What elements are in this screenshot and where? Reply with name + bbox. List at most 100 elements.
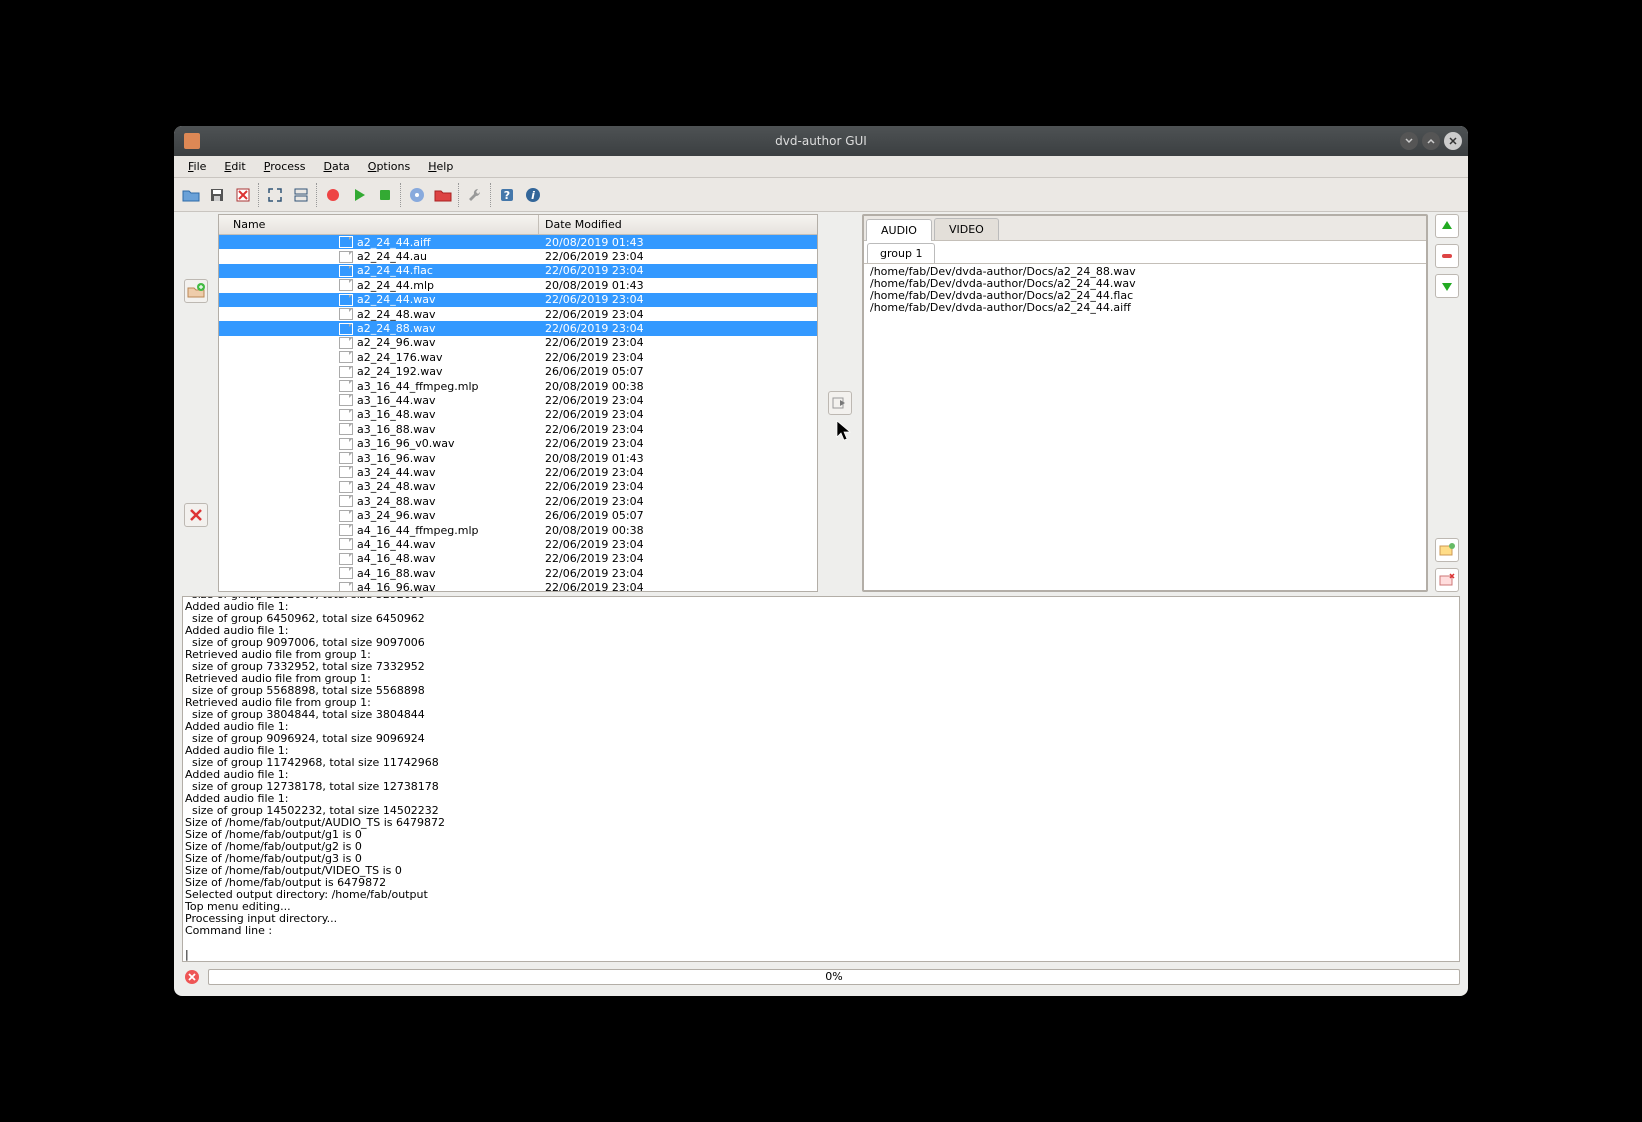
file-icon bbox=[339, 452, 353, 464]
menu-file[interactable]: File bbox=[180, 158, 214, 175]
file-date: 22/06/2019 23:04 bbox=[543, 308, 817, 321]
mouse-cursor bbox=[836, 420, 856, 444]
table-row[interactable]: a2_24_176.wav22/06/2019 23:04 bbox=[219, 350, 817, 364]
rows-icon[interactable] bbox=[290, 184, 312, 206]
file-icon bbox=[339, 265, 353, 277]
menu-process[interactable]: Process bbox=[256, 158, 314, 175]
toolbar: ? i bbox=[174, 178, 1468, 212]
project-panel: AUDIO VIDEO group 1 /home/fab/Dev/dvda-a… bbox=[862, 214, 1428, 592]
table-row[interactable]: a3_24_48.wav22/06/2019 23:04 bbox=[219, 480, 817, 494]
table-row[interactable]: a3_16_96.wav20/08/2019 01:43 bbox=[219, 451, 817, 465]
file-date: 26/06/2019 05:07 bbox=[543, 365, 817, 378]
table-row[interactable]: a4_16_96.wav22/06/2019 23:04 bbox=[219, 580, 817, 591]
table-row[interactable]: a4_16_44_ffmpeg.mlp20/08/2019 00:38 bbox=[219, 523, 817, 537]
move-down-button[interactable] bbox=[1435, 274, 1459, 298]
add-folder-button[interactable] bbox=[184, 279, 208, 303]
remove-card-button[interactable] bbox=[1435, 568, 1459, 592]
file-icon bbox=[339, 510, 353, 522]
help-icon[interactable]: ? bbox=[496, 184, 518, 206]
table-row[interactable]: a2_24_192.wav26/06/2019 05:07 bbox=[219, 365, 817, 379]
file-name: a4_16_44_ffmpeg.mlp bbox=[357, 524, 543, 537]
move-right-button[interactable] bbox=[828, 391, 852, 415]
record-icon[interactable] bbox=[322, 184, 344, 206]
new-card-button[interactable] bbox=[1435, 538, 1459, 562]
table-row[interactable]: a3_24_96.wav26/06/2019 05:07 bbox=[219, 508, 817, 522]
file-icon bbox=[339, 323, 353, 335]
move-up-button[interactable] bbox=[1435, 214, 1459, 238]
table-row[interactable]: a2_24_88.wav22/06/2019 23:04 bbox=[219, 321, 817, 335]
file-icon bbox=[339, 251, 353, 263]
disc-icon[interactable] bbox=[406, 184, 428, 206]
table-row[interactable]: a2_24_48.wav22/06/2019 23:04 bbox=[219, 307, 817, 321]
table-row[interactable]: a2_24_44.flac22/06/2019 23:04 bbox=[219, 264, 817, 278]
file-date: 22/06/2019 23:04 bbox=[543, 408, 817, 421]
project-file-list[interactable]: /home/fab/Dev/dvda-author/Docs/a2_24_88.… bbox=[864, 264, 1426, 590]
file-icon bbox=[339, 438, 353, 450]
column-name-header[interactable]: Name bbox=[219, 215, 539, 234]
menu-help[interactable]: Help bbox=[420, 158, 461, 175]
file-list[interactable]: a2_24_44.aiff20/08/2019 01:43a2_24_44.au… bbox=[219, 235, 817, 591]
table-row[interactable]: a3_16_96_v0.wav22/06/2019 23:04 bbox=[219, 436, 817, 450]
log-output[interactable]: size of group 5292080, total size 529208… bbox=[182, 596, 1460, 962]
table-row[interactable]: a2_24_44.mlp20/08/2019 01:43 bbox=[219, 278, 817, 292]
file-name: a4_16_44.wav bbox=[357, 538, 543, 551]
file-icon bbox=[339, 582, 353, 591]
play-icon[interactable] bbox=[348, 184, 370, 206]
info-icon[interactable]: i bbox=[522, 184, 544, 206]
file-name: a2_24_192.wav bbox=[357, 365, 543, 378]
table-row[interactable]: a2_24_96.wav22/06/2019 23:04 bbox=[219, 336, 817, 350]
menu-options[interactable]: Options bbox=[360, 158, 418, 175]
table-row[interactable]: a3_16_48.wav22/06/2019 23:04 bbox=[219, 408, 817, 422]
file-icon bbox=[339, 553, 353, 565]
delete-item-button[interactable] bbox=[1435, 244, 1459, 268]
table-row[interactable]: a3_16_44_ffmpeg.mlp20/08/2019 00:38 bbox=[219, 379, 817, 393]
progress-bar: 0% bbox=[208, 969, 1460, 985]
column-date-header[interactable]: Date Modified bbox=[539, 215, 817, 234]
table-row[interactable]: a3_16_44.wav22/06/2019 23:04 bbox=[219, 393, 817, 407]
video-tab[interactable]: VIDEO bbox=[934, 218, 999, 240]
audio-tab[interactable]: AUDIO bbox=[866, 219, 932, 241]
list-item[interactable]: /home/fab/Dev/dvda-author/Docs/a2_24_44.… bbox=[870, 302, 1420, 314]
fullscreen-icon[interactable] bbox=[264, 184, 286, 206]
save-icon[interactable] bbox=[206, 184, 228, 206]
file-icon bbox=[339, 380, 353, 392]
file-name: a3_16_44_ffmpeg.mlp bbox=[357, 380, 543, 393]
remove-button[interactable] bbox=[184, 503, 208, 527]
menu-edit[interactable]: Edit bbox=[216, 158, 253, 175]
file-tree: Name Date Modified a2_24_44.aiff20/08/20… bbox=[218, 214, 818, 592]
table-row[interactable]: a4_16_48.wav22/06/2019 23:04 bbox=[219, 552, 817, 566]
file-name: a2_24_44.aiff bbox=[357, 236, 543, 249]
file-icon bbox=[339, 567, 353, 579]
table-row[interactable]: a3_16_88.wav22/06/2019 23:04 bbox=[219, 422, 817, 436]
window-title: dvd-author GUI bbox=[174, 134, 1468, 148]
file-date: 22/06/2019 23:04 bbox=[543, 538, 817, 551]
status-error-icon[interactable] bbox=[182, 967, 202, 987]
open-folder-icon[interactable] bbox=[180, 184, 202, 206]
file-date: 22/06/2019 23:04 bbox=[543, 293, 817, 306]
table-row[interactable]: a2_24_44.aiff20/08/2019 01:43 bbox=[219, 235, 817, 249]
file-icon bbox=[339, 351, 353, 363]
file-icon bbox=[339, 409, 353, 421]
file-icon bbox=[339, 294, 353, 306]
table-row[interactable]: a2_24_44.wav22/06/2019 23:04 bbox=[219, 293, 817, 307]
file-date: 22/06/2019 23:04 bbox=[543, 322, 817, 335]
file-icon bbox=[339, 481, 353, 493]
stop-icon[interactable] bbox=[374, 184, 396, 206]
table-row[interactable]: a2_24_44.au22/06/2019 23:04 bbox=[219, 249, 817, 263]
file-icon bbox=[339, 236, 353, 248]
table-row[interactable]: a3_24_44.wav22/06/2019 23:04 bbox=[219, 465, 817, 479]
menu-data[interactable]: Data bbox=[315, 158, 357, 175]
file-name: a3_16_44.wav bbox=[357, 394, 543, 407]
file-icon bbox=[339, 423, 353, 435]
red-folder-icon[interactable] bbox=[432, 184, 454, 206]
titlebar[interactable]: dvd-author GUI bbox=[174, 126, 1468, 156]
close-project-icon[interactable] bbox=[232, 184, 254, 206]
file-name: a2_24_44.flac bbox=[357, 264, 543, 277]
table-row[interactable]: a4_16_44.wav22/06/2019 23:04 bbox=[219, 537, 817, 551]
table-row[interactable]: a3_24_88.wav22/06/2019 23:04 bbox=[219, 494, 817, 508]
group-tab[interactable]: group 1 bbox=[867, 243, 935, 263]
file-icon bbox=[339, 538, 353, 550]
table-row[interactable]: a4_16_88.wav22/06/2019 23:04 bbox=[219, 566, 817, 580]
file-icon bbox=[339, 366, 353, 378]
wrench-icon[interactable] bbox=[464, 184, 486, 206]
